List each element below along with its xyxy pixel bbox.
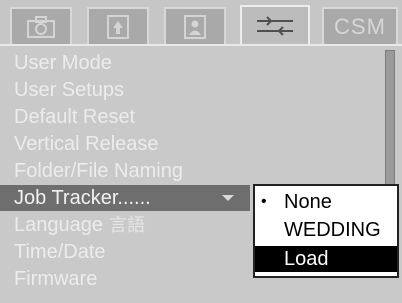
menu-item-time-date[interactable]: Time/Date [0,239,106,265]
selected-bullet-icon: • [261,193,267,210]
menu-item-label: Time/Date [14,241,106,263]
tab-csm-label: CSM [334,13,386,39]
menu-item-default-reset[interactable]: Default Reset [0,104,135,130]
menu-item-firmware[interactable]: Firmware [0,266,97,292]
submenu-item-label: WEDDING [284,219,381,241]
person-icon [183,14,207,40]
job-tracker-submenu: • None WEDDING Load [253,184,399,278]
menu-item-label: Vertical Release [14,133,159,155]
language-glyph-icon: 言語 [108,215,145,235]
menu-item-user-setups[interactable]: User Setups [0,77,124,103]
tab-bar: CSM [0,0,402,46]
menu-item-label: Folder/File Naming [14,160,183,182]
submenu-item-label: Load [284,248,329,270]
menu-item-folder-file-naming[interactable]: Folder/File Naming [0,158,183,184]
menu-item-vertical-release[interactable]: Vertical Release [0,131,159,157]
menu-item-label: Default Reset [14,106,136,128]
custom-settings-icon [255,14,295,38]
tab-custom-settings[interactable] [240,5,310,44]
tab-csm[interactable]: CSM [322,7,398,44]
menu-item-label: Language [14,214,103,236]
image-icon [106,14,130,40]
camera-icon [26,15,56,38]
menu-item-label: Job Tracker...... [14,187,151,209]
submenu-item-label: None [284,191,332,213]
tab-camera[interactable] [10,7,72,44]
menu-item-label: Firmware [14,268,98,290]
menu-item-language[interactable]: Language 言語 [0,212,145,238]
menu-item-job-tracker[interactable]: Job Tracker...... [0,185,250,211]
menu-item-label: User Setups [14,79,125,101]
menu-item-label: User Mode [14,52,112,74]
menu-item-user-mode[interactable]: User Mode [0,50,112,76]
tab-image[interactable] [87,7,149,44]
submenu-item-none[interactable]: • None [255,189,397,215]
submenu-item-load[interactable]: Load [255,246,397,272]
tab-person[interactable] [164,7,226,44]
submenu-item-wedding[interactable]: WEDDING [255,217,397,243]
submenu-arrow-icon [222,195,234,201]
